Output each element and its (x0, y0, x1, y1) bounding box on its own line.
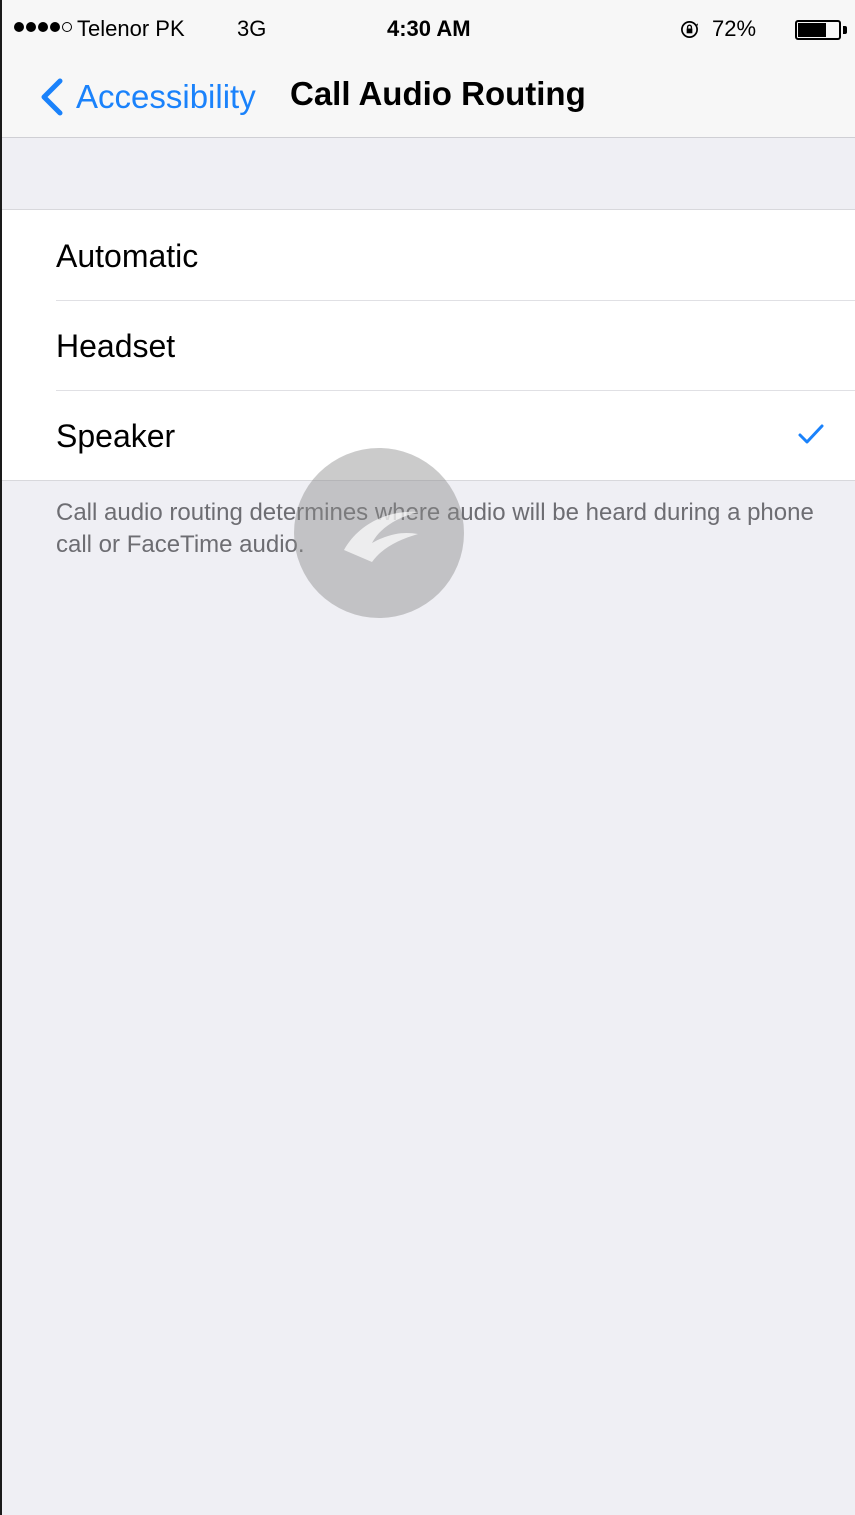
option-automatic[interactable]: Automatic (2, 210, 855, 300)
battery-percentage: 72% (712, 16, 757, 41)
signal-dot (38, 22, 48, 32)
network-type: 3G (237, 16, 267, 41)
status-bar: Telenor PK 3G 4:30 AM 72% (2, 0, 855, 58)
option-headset[interactable]: Headset (2, 300, 855, 390)
watermark-logo-icon (294, 448, 464, 618)
option-label: Speaker (56, 418, 176, 454)
page-title: Call Audio Routing (290, 75, 586, 112)
status-time: 4:30 AM (387, 16, 471, 41)
rotation-lock-icon (681, 21, 699, 38)
back-button-label: Accessibility (76, 78, 256, 115)
battery-icon (795, 20, 841, 40)
battery-level (798, 23, 827, 37)
checkmark-icon (798, 424, 824, 444)
screen: Telenor PK 3G 4:30 AM 72% Accessibility … (0, 0, 855, 1515)
navigation-bar: Accessibility Call Audio Routing (2, 58, 855, 138)
option-label: Headset (56, 328, 176, 364)
audio-routing-options: Automatic Headset Speaker (2, 209, 855, 481)
back-button[interactable]: Accessibility (38, 72, 256, 122)
battery-nub (843, 26, 847, 34)
signal-dot (50, 22, 60, 32)
chevron-left-icon (41, 78, 63, 116)
watermark-glyph-icon (344, 511, 418, 562)
signal-dot (14, 22, 24, 32)
option-label: Automatic (56, 238, 199, 274)
carrier-name: Telenor PK (77, 16, 185, 41)
signal-dot (62, 22, 72, 32)
signal-strength-icon (14, 22, 72, 32)
signal-dot (26, 22, 36, 32)
